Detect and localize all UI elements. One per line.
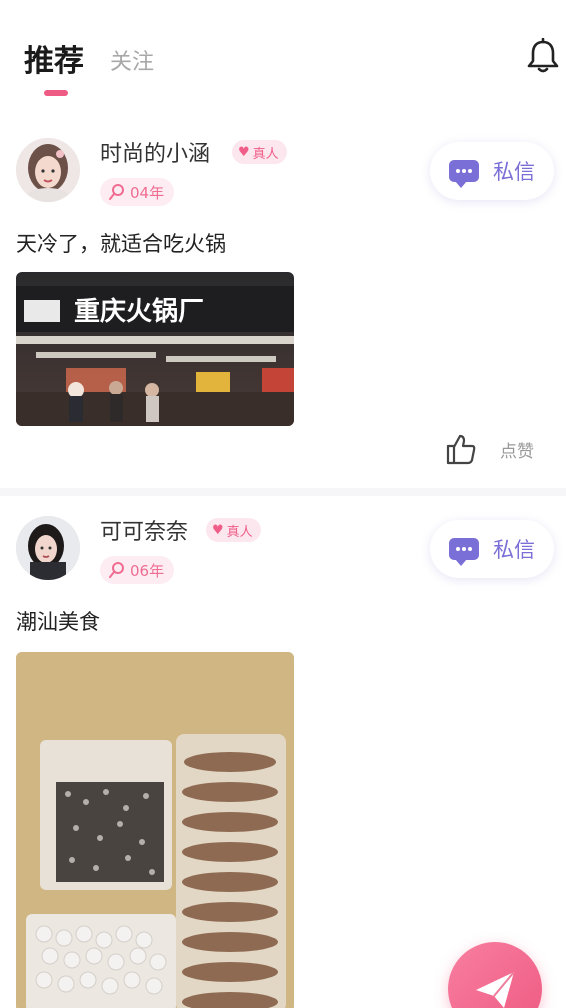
heart-icon: ♥ [212, 522, 224, 538]
chat-icon [449, 538, 479, 566]
store-sign: 重庆火锅厂 [74, 296, 204, 327]
post-text: 天冷了，就适合吃火锅 [16, 232, 226, 256]
send-icon [476, 971, 515, 1008]
publish-button[interactable] [448, 942, 542, 1008]
tab-indicator [44, 90, 68, 96]
age-label: 06年 [130, 561, 165, 580]
top-header: 推荐 关注 [0, 0, 566, 110]
heart-icon: ♥ [238, 144, 250, 160]
post-image[interactable] [16, 652, 294, 1008]
badge-label: 真人 [252, 146, 279, 162]
chat-icon [449, 160, 479, 188]
message-button[interactable]: 私信 [430, 142, 554, 200]
badge-label: 真人 [226, 524, 253, 540]
message-label: 私信 [493, 538, 535, 562]
age-badge: 06年 [100, 556, 175, 584]
like-label: 点赞 [500, 441, 534, 462]
tab-follow[interactable]: 关注 [110, 44, 154, 76]
verified-badge: ♥ 真人 [232, 140, 287, 164]
search-icon [109, 562, 124, 578]
username[interactable]: 时尚的小涵 [100, 136, 210, 168]
message-button[interactable]: 私信 [430, 520, 554, 578]
message-label: 私信 [493, 160, 535, 184]
age-badge: 04年 [100, 178, 175, 206]
username[interactable]: 可可奈奈 [100, 514, 188, 546]
like-row[interactable]: 点赞 [444, 432, 534, 466]
age-label: 04年 [130, 183, 165, 202]
tab-recommend[interactable]: 推荐 [24, 36, 84, 80]
verified-badge: ♥ 真人 [206, 518, 261, 542]
avatar[interactable] [16, 516, 80, 580]
thumbs-up-icon[interactable] [444, 432, 478, 466]
feed-post: 时尚的小涵 ♥ 真人 04年 私信 天冷了，就适合吃火锅 重庆火锅厂 点赞 [0, 120, 566, 490]
post-divider [0, 488, 566, 496]
search-icon [109, 184, 124, 200]
feed-post: 可可奈奈 ♥ 真人 06年 私信 潮汕美食 [0, 498, 566, 1008]
post-image[interactable]: 重庆火锅厂 [16, 272, 294, 426]
avatar[interactable] [16, 138, 80, 202]
bell-icon[interactable] [526, 38, 560, 74]
post-text: 潮汕美食 [16, 610, 100, 634]
